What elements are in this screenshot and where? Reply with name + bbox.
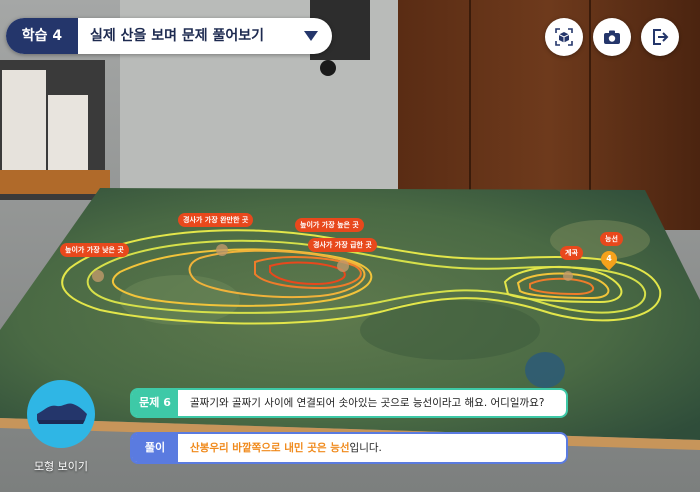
map-label-highest: 높이가 가장 높은 곳 bbox=[295, 218, 364, 232]
map-label-valley: 계곡 bbox=[560, 246, 583, 260]
question-box: 문제 6 골짜기와 골짜기 사이에 연결되어 솟아있는 곳으로 능선이라고 해요… bbox=[130, 388, 568, 418]
show-model-button[interactable] bbox=[27, 380, 95, 448]
chevron-down-icon[interactable] bbox=[304, 31, 318, 41]
ar-cube-icon bbox=[555, 28, 573, 46]
answer-suffix: 입니다. bbox=[349, 442, 382, 454]
answer-box: 풀이 산봉우리 바깥쪽으로 내민 곳은 능선입니다. bbox=[130, 432, 568, 464]
camera-button[interactable] bbox=[593, 18, 631, 56]
ar-mode-button[interactable] bbox=[545, 18, 583, 56]
exit-icon bbox=[653, 29, 669, 45]
camera-icon bbox=[604, 30, 620, 44]
map-label-steepest: 경사가 가장 급한 곳 bbox=[308, 238, 377, 252]
answer-highlight: 산봉우리 바깥쪽으로 내민 곳은 능선 bbox=[190, 442, 350, 454]
show-model-label: 모형 보이기 bbox=[33, 460, 89, 473]
map-pin-marker[interactable]: 4 bbox=[597, 247, 621, 271]
lesson-title: 실제 산을 보며 문제 풀어보기 bbox=[90, 28, 265, 44]
mountain-model-icon bbox=[37, 403, 87, 424]
question-text: 골짜기와 골짜기 사이에 연결되어 솟아있는 곳으로 능선이라고 해요. 어디일… bbox=[190, 397, 545, 409]
question-label: 문제 6 bbox=[132, 390, 178, 416]
answer-label: 풀이 bbox=[132, 434, 178, 462]
exit-button[interactable] bbox=[641, 18, 679, 56]
lesson-selector[interactable]: 학습 4 실제 산을 보며 문제 풀어보기 bbox=[6, 18, 332, 54]
map-label-ridge: 능선 bbox=[600, 232, 623, 246]
map-pin-number: 4 bbox=[606, 254, 612, 263]
map-label-lowest: 높이가 가장 낮은 곳 bbox=[60, 243, 129, 257]
map-label-gentlest: 경사가 가장 완만한 곳 bbox=[178, 213, 254, 227]
lesson-badge: 학습 4 bbox=[6, 18, 78, 54]
answer-text: 산봉우리 바깥쪽으로 내민 곳은 능선입니다. bbox=[190, 434, 382, 462]
